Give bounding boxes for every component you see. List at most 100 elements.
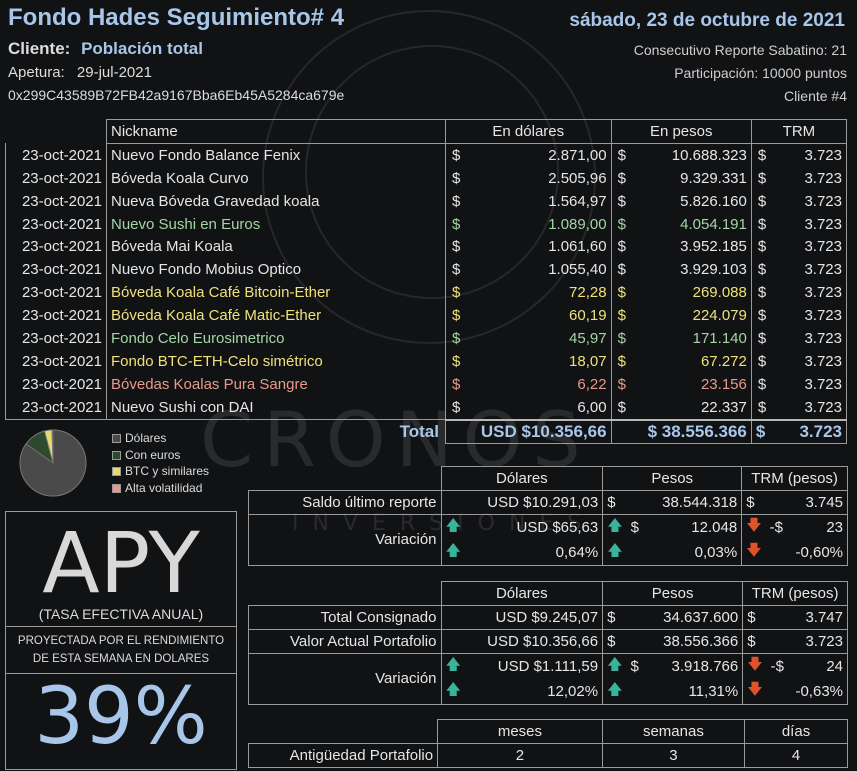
table-row: 23-oct-2021 Bóveda Koala Curvo $2.505,96 $9…	[5, 166, 847, 190]
consignado-cop: 34.637.600	[626, 604, 744, 630]
row-trm: 3.723	[773, 349, 847, 373]
table-row: 23-oct-2021 Nuevo Fondo Mobius Optico $1.0…	[5, 258, 847, 282]
balance-var-usd: USD $65,63	[516, 518, 599, 536]
age-col-months: meses	[437, 719, 603, 744]
portfolio-col-trm: TRM (pesos)	[742, 581, 848, 606]
legend-item: Alta volatilidad	[112, 481, 202, 495]
row-trm: 3.723	[773, 258, 847, 282]
balance-var-trm-pct: -0,60%	[765, 539, 848, 566]
balance-header-row: Dólares Pesos TRM (pesos)	[249, 466, 848, 491]
legend-swatch	[112, 467, 121, 477]
portfolio-variation-label: Variación	[248, 652, 442, 705]
row-cop-symbol: $	[610, 143, 634, 167]
row-nickname: Bóveda Koala Café Bitcoin-Ether	[106, 281, 446, 305]
balance-var-trm: 23	[803, 514, 849, 540]
legend-item: Dólares	[112, 431, 166, 445]
balance-table: Dólares Pesos TRM (pesos) Saldo último r…	[248, 466, 849, 566]
age-col-days: días	[744, 719, 848, 744]
row-nickname: Fondo Celo Eurosimetrico	[106, 327, 446, 350]
row-nickname: Bóvedas Koalas Pura Sangre	[106, 372, 446, 396]
apy-title: APY	[42, 514, 200, 612]
age-days: 4	[744, 742, 848, 768]
balance-cop: 38.544.318	[626, 489, 743, 515]
balance-col-cop: Pesos	[602, 466, 743, 491]
row-trm: 3.723	[773, 327, 847, 350]
age-weeks: 3	[601, 742, 746, 768]
actual-row: Valor Actual Portafolio USD $10.356,66 $…	[248, 628, 848, 654]
balance-trm: 3.745	[765, 489, 848, 515]
row-trm-symbol: $	[750, 395, 774, 421]
row-cop-symbol: $	[610, 395, 634, 421]
balance-trm-symbol: $	[741, 489, 766, 515]
row-cop-symbol: $	[610, 189, 634, 213]
table-row: 23-oct-2021 Nuevo Sushi en Euros $1.089,00…	[5, 212, 847, 236]
balance-var-usd-pct: 0,64%	[464, 539, 603, 566]
row-trm-symbol: $	[750, 143, 774, 167]
portfolio-var-trm: 24	[803, 653, 848, 679]
portfolio-var-trm-pct: -0,63%	[766, 678, 848, 705]
row-trm-symbol: $	[750, 281, 774, 305]
balance-usd: USD $10.291,03	[440, 489, 604, 515]
legend-item: BTC y similares	[112, 464, 209, 478]
age-months: 2	[437, 742, 603, 768]
arrow-up-icon: 🡅	[602, 539, 627, 566]
row-usd-symbol: $	[445, 189, 468, 213]
client-value: Población total	[81, 39, 203, 58]
row-cop-symbol: $	[610, 327, 634, 350]
row-cop: 269.088	[633, 281, 752, 305]
legend-label: Con euros	[125, 447, 181, 462]
participation: Participación: 10000 puntos	[674, 65, 847, 81]
row-trm-symbol: $	[750, 349, 774, 373]
row-nickname: Fondo BTC-ETH-Celo simétrico	[106, 349, 446, 373]
row-cop-symbol: $	[610, 304, 634, 328]
arrow-up-icon: 🡅	[440, 514, 465, 540]
row-cop-symbol: $	[610, 349, 634, 373]
arrow-up-icon: 🡅	[602, 653, 627, 679]
holdings-header-row: Nickname En dólares En pesos TRM	[6, 119, 848, 144]
row-trm: 3.723	[773, 166, 847, 190]
total-trm-symbol: $	[750, 418, 774, 445]
table-row: 23-oct-2021 Bóveda Koala Café Bitcoin-Eth…	[5, 281, 847, 305]
portfolio-table: Dólares Pesos TRM (pesos) Total Consigna…	[248, 581, 848, 705]
row-trm-symbol: $	[750, 327, 774, 350]
legend-label: Dólares	[125, 431, 167, 445]
row-cop: 5.826.160	[633, 189, 752, 213]
row-usd: 1.061,60	[468, 235, 612, 259]
table-row: 23-oct-2021 Nuevo Sushi con DAI $6,00 $22.3…	[5, 395, 847, 421]
row-cop: 22.337	[633, 395, 752, 421]
row-trm: 3.723	[773, 372, 847, 396]
balance-col-trm: TRM (pesos)	[741, 466, 848, 491]
actual-trm: 3.723	[766, 628, 848, 654]
table-row: 23-oct-2021 Bóveda Koala Café Matic-Ether…	[5, 304, 847, 328]
row-date: 23-oct-2021	[5, 349, 107, 373]
apy-divider	[6, 626, 236, 627]
balance-var-cop: 12.048	[691, 518, 738, 536]
client-label: Cliente:	[8, 39, 71, 58]
row-nickname: Nuevo Sushi con DAI	[106, 395, 446, 421]
legend-item: Con euros	[112, 448, 180, 462]
arrow-up-icon: 🡅	[440, 539, 465, 566]
row-date: 23-oct-2021	[5, 372, 107, 396]
arrow-up-icon: 🡅	[440, 653, 465, 679]
row-date: 23-oct-2021	[5, 304, 107, 328]
row-cop: 9.329.331	[633, 166, 752, 190]
age-table: meses semanas días Antigüedad Portafolio…	[247, 719, 848, 768]
arrow-down-icon: 🡇	[742, 653, 767, 679]
row-trm-symbol: $	[750, 166, 774, 190]
row-cop: 224.079	[633, 304, 752, 328]
arrow-down-icon: 🡇	[742, 678, 767, 705]
portfolio-var-cop-pct: 11,31%	[626, 678, 743, 705]
legend-label: BTC y similares	[125, 464, 210, 478]
row-trm-symbol: $	[750, 372, 774, 396]
row-usd-symbol: $	[445, 258, 468, 282]
legend-swatch	[112, 450, 121, 460]
row-usd: 1.089,00	[468, 212, 612, 236]
row-cop: 67.272	[633, 349, 752, 373]
row-nickname: Nuevo Fondo Balance Fenix	[106, 143, 446, 167]
client-row: Cliente: Población total	[8, 39, 203, 59]
page-title: Fondo Hades Seguimiento# 4	[8, 4, 345, 31]
row-usd: 2.505,96	[468, 166, 612, 190]
row-usd: 6,22	[468, 372, 612, 396]
portfolio-header-row: Dólares Pesos TRM (pesos)	[249, 581, 848, 606]
row-usd-symbol: $	[445, 372, 468, 396]
